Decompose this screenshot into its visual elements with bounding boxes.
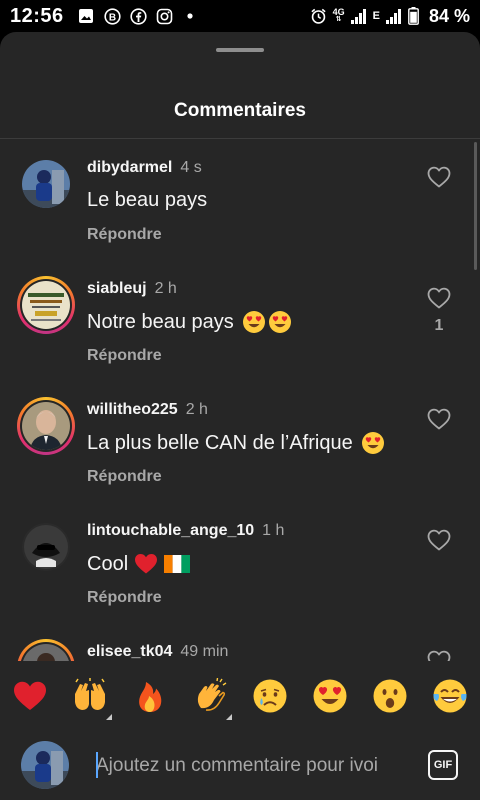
notification-icons: B [78, 7, 199, 25]
avatar-image [22, 523, 70, 571]
heart-eyes-reaction-icon[interactable] [312, 678, 348, 714]
instagram-icon [156, 8, 173, 25]
comment-item: willitheo225 2 h La plus belle CAN de l’… [0, 381, 480, 502]
system-icons: 4G ⇅ E 84 % [310, 6, 470, 27]
like-heart-icon[interactable] [427, 529, 451, 551]
gallery-icon [78, 8, 95, 25]
comment-time: 2 h [154, 280, 177, 297]
like-heart-icon[interactable] [427, 650, 451, 661]
like-heart-icon[interactable] [427, 287, 451, 309]
comment-header: siableuj 2 h [87, 280, 177, 298]
comment-input-bar: GIF [0, 731, 480, 800]
comment-header: lintouchable_ange_10 1 h [87, 522, 284, 540]
tears-of-joy-reaction-icon[interactable] [432, 678, 468, 714]
sheet-title: Commentaires [174, 100, 306, 121]
network-type: 4G ⇅ [332, 7, 345, 24]
comment-item: lintouchable_ange_10 1 h Cool Répondre [0, 502, 480, 623]
skin-tone-indicator [106, 714, 112, 720]
heart-eyes-emoji-icon [242, 310, 292, 334]
comment-username[interactable]: willitheo225 [87, 401, 178, 419]
avatar[interactable] [17, 276, 75, 334]
red-heart-reaction-icon[interactable] [12, 678, 48, 714]
status-bar: 12:56 B 4G ⇅ E 84 % [0, 0, 480, 32]
reply-button[interactable]: Répondre [87, 468, 162, 486]
like-count: 1 [434, 317, 444, 334]
astonished-face-reaction-icon[interactable] [372, 678, 408, 714]
battery-percentage: 84 % [428, 5, 470, 26]
b-app-icon: B [104, 7, 121, 25]
my-avatar [21, 741, 69, 789]
skin-tone-indicator [226, 714, 232, 720]
like-heart-icon[interactable] [427, 408, 451, 430]
like-heart-icon[interactable] [427, 166, 451, 188]
comment-text: Le beau pays [87, 189, 208, 211]
reply-button[interactable]: Répondre [87, 347, 162, 365]
comment-text: Notre beau pays [87, 310, 292, 334]
gif-button[interactable]: GIF [428, 750, 458, 780]
text-cursor [96, 752, 98, 778]
facebook-icon [130, 7, 147, 25]
comment-item: siableuj 2 h Notre beau pays Répondre 1 [0, 260, 480, 381]
reply-button[interactable]: Répondre [87, 226, 162, 244]
comments-sheet: Commentaires dibydarmel 4 s Le beau pays… [0, 32, 480, 800]
comment-text: La plus belle CAN de l’Afrique [87, 431, 385, 455]
alarm-icon [310, 8, 327, 25]
fire-reaction-icon[interactable] [132, 678, 168, 714]
heart-eyes-emoji-icon [361, 431, 385, 455]
quick-reaction-bar [0, 661, 480, 731]
red-heart-emoji-icon [134, 552, 158, 576]
avatar[interactable] [17, 518, 75, 576]
comment-time: 2 h [185, 401, 208, 418]
battery-icon [408, 7, 419, 25]
comment-text: Cool [87, 552, 191, 576]
comment-list: dibydarmel 4 s Le beau pays Répondre sia… [0, 139, 480, 661]
comment-username[interactable]: lintouchable_ange_10 [87, 522, 254, 540]
avatar[interactable] [17, 155, 75, 213]
comment-item: dibydarmel 4 s Le beau pays Répondre [0, 139, 480, 260]
comment-item: elisee_tk04 49 min [0, 623, 480, 661]
clapping-hands-reaction-icon[interactable] [192, 677, 228, 714]
avatar-image [22, 644, 70, 661]
comment-input[interactable] [96, 753, 406, 779]
svg-text:B: B [109, 12, 116, 23]
comment-time: 4 s [180, 159, 202, 176]
signal-icon [350, 8, 367, 25]
drag-handle[interactable] [216, 48, 264, 52]
avatar-image [22, 160, 70, 208]
comment-header: willitheo225 2 h [87, 401, 208, 419]
signal-icon [385, 8, 402, 25]
avatar-image [22, 402, 70, 450]
comment-username[interactable]: siableuj [87, 280, 147, 298]
avatar-image [22, 281, 70, 329]
network-type-secondary: E [372, 10, 380, 22]
avatar[interactable] [17, 639, 75, 661]
raising-hands-reaction-icon[interactable] [72, 678, 108, 714]
comment-header: dibydarmel 4 s [87, 159, 202, 177]
dot-icon [182, 8, 199, 25]
comment-header: elisee_tk04 49 min [87, 643, 228, 661]
ivory-coast-flag-icon [164, 554, 191, 574]
comment-time: 49 min [180, 643, 229, 660]
status-time: 12:56 [10, 4, 64, 27]
comment-username[interactable]: elisee_tk04 [87, 643, 172, 661]
avatar[interactable] [17, 397, 75, 455]
crying-face-reaction-icon[interactable] [252, 678, 288, 714]
comment-time: 1 h [262, 522, 285, 539]
comment-username[interactable]: dibydarmel [87, 159, 172, 177]
reply-button[interactable]: Répondre [87, 589, 162, 607]
